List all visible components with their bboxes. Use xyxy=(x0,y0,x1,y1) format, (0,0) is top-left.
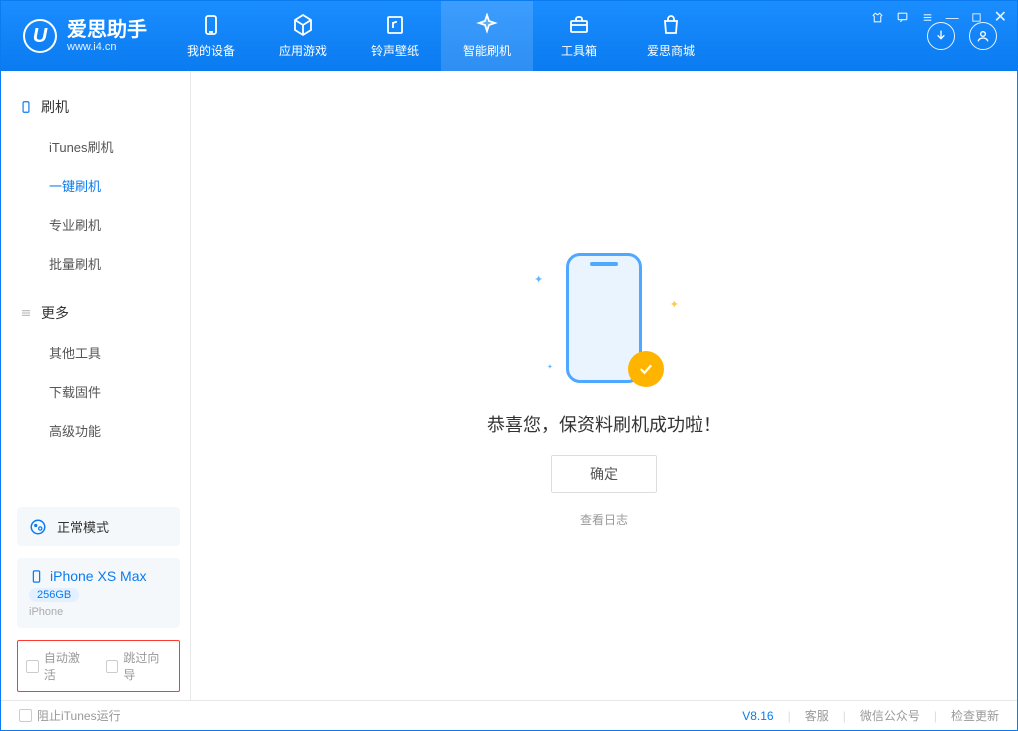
checkbox-auto-activate[interactable]: 自动激活 xyxy=(26,649,92,683)
checkbox-icon xyxy=(26,660,39,673)
sidebar-item-pro-flash[interactable]: 专业刷机 xyxy=(1,205,190,244)
checkbox-skip-guide[interactable]: 跳过向导 xyxy=(106,649,172,683)
device-name-text: iPhone XS Max xyxy=(50,568,147,584)
user-icon xyxy=(975,28,991,44)
menu-icon[interactable] xyxy=(921,11,934,24)
sidebar-item-batch-flash[interactable]: 批量刷机 xyxy=(1,244,190,283)
tab-ringtones[interactable]: 铃声壁纸 xyxy=(349,1,441,71)
sparkle-icon: ✦ xyxy=(547,363,553,371)
ringtone-icon xyxy=(383,13,407,37)
minimize-button[interactable]: — xyxy=(946,10,959,25)
maximize-button[interactable] xyxy=(971,12,982,23)
store-icon xyxy=(659,13,683,37)
checkbox-icon xyxy=(106,660,119,673)
wechat-link[interactable]: 微信公众号 xyxy=(860,707,920,724)
sidebar-section-flash: 刷机 xyxy=(1,87,190,127)
check-update-link[interactable]: 检查更新 xyxy=(951,707,999,724)
close-button[interactable]: ✕ xyxy=(994,7,1007,27)
logo-icon: U xyxy=(23,19,57,53)
support-link[interactable]: 客服 xyxy=(805,707,829,724)
statusbar: 阻止iTunes运行 V8.16 | 客服 | 微信公众号 | 检查更新 xyxy=(1,700,1017,730)
flash-options-highlight: 自动激活 跳过向导 xyxy=(17,640,180,692)
sidebar-section-more: 更多 xyxy=(1,293,190,333)
apps-icon xyxy=(291,13,315,37)
sidebar-item-onekey-flash[interactable]: 一键刷机 xyxy=(1,166,190,205)
view-log-link[interactable]: 查看日志 xyxy=(580,511,628,528)
device-type: iPhone xyxy=(29,606,63,618)
app-title: 爱思助手 xyxy=(67,19,147,41)
success-illustration: ✦ ✦ ✦ xyxy=(529,243,679,393)
sidebar-item-other-tools[interactable]: 其他工具 xyxy=(1,333,190,372)
tab-my-device[interactable]: 我的设备 xyxy=(165,1,257,71)
flash-icon xyxy=(475,13,499,37)
nav-tabs: 我的设备 应用游戏 铃声壁纸 智能刷机 工具箱 爱思商城 xyxy=(165,1,717,71)
sidebar-item-itunes-flash[interactable]: iTunes刷机 xyxy=(1,127,190,166)
device-icon xyxy=(199,13,223,37)
sidebar: 刷机 iTunes刷机 一键刷机 专业刷机 批量刷机 更多 其他工具 下载固件 … xyxy=(1,71,191,700)
device-small-icon xyxy=(29,569,44,584)
sidebar-item-download-firmware[interactable]: 下载固件 xyxy=(1,372,190,411)
feedback-icon[interactable] xyxy=(896,11,909,24)
window-controls: — ✕ xyxy=(871,7,1007,27)
shirt-icon[interactable] xyxy=(871,11,884,24)
version-label: V8.16 xyxy=(742,709,773,723)
mode-icon xyxy=(29,518,47,536)
phone-small-icon xyxy=(19,100,33,114)
checkbox-block-itunes[interactable]: 阻止iTunes运行 xyxy=(19,707,121,724)
header: U 爱思助手 www.i4.cn 我的设备 应用游戏 铃声壁纸 智能刷机 xyxy=(1,1,1017,71)
success-message: 恭喜您，保资料刷机成功啦！ xyxy=(487,411,721,437)
sparkle-icon: ✦ xyxy=(670,298,679,311)
ok-button[interactable]: 确定 xyxy=(551,455,657,493)
app-window: U 爱思助手 www.i4.cn 我的设备 应用游戏 铃声壁纸 智能刷机 xyxy=(0,0,1018,731)
download-icon xyxy=(933,28,949,44)
body: 刷机 iTunes刷机 一键刷机 专业刷机 批量刷机 更多 其他工具 下载固件 … xyxy=(1,71,1017,700)
tab-toolbox[interactable]: 工具箱 xyxy=(533,1,625,71)
app-subtitle: www.i4.cn xyxy=(67,41,147,53)
mode-panel[interactable]: 正常模式 xyxy=(17,507,180,546)
logo[interactable]: U 爱思助手 www.i4.cn xyxy=(1,19,165,53)
sidebar-item-advanced[interactable]: 高级功能 xyxy=(1,411,190,450)
sparkle-icon: ✦ xyxy=(534,273,543,286)
checkbox-icon xyxy=(19,709,32,722)
tab-apps[interactable]: 应用游戏 xyxy=(257,1,349,71)
device-capacity-badge: 256GB xyxy=(29,588,79,602)
main-content: ✦ ✦ ✦ 恭喜您，保资料刷机成功啦！ 确定 查看日志 xyxy=(191,71,1017,700)
device-panel[interactable]: iPhone XS Max 256GB iPhone xyxy=(17,558,180,628)
mode-label: 正常模式 xyxy=(57,517,109,536)
tab-store[interactable]: 爱思商城 xyxy=(625,1,717,71)
success-check-icon xyxy=(628,351,664,387)
more-icon xyxy=(19,306,33,320)
toolbox-icon xyxy=(567,13,591,37)
tab-smart-flash[interactable]: 智能刷机 xyxy=(441,1,533,71)
